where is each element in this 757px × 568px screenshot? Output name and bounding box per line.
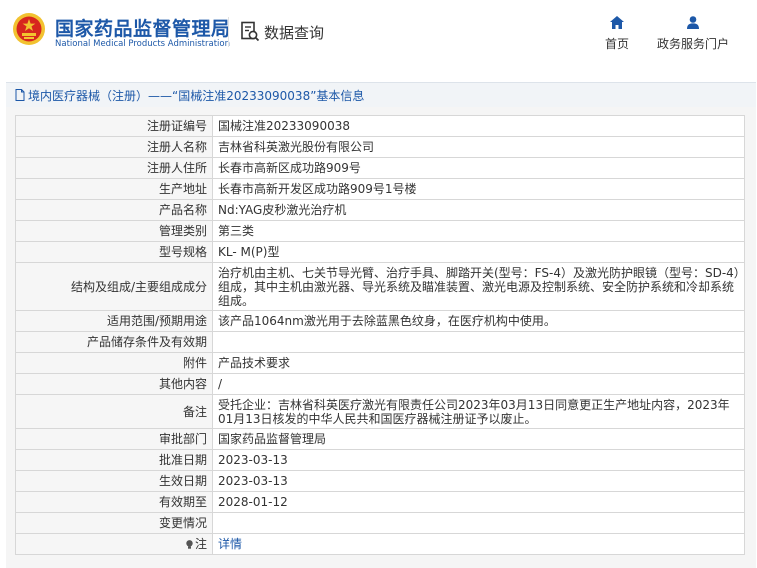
field-label: 批准日期 [15,449,213,471]
field-value [212,331,745,353]
field-label: 适用范围/预期用途 [15,310,213,332]
table-row: 注册人住所 长春市高新区成功路909号 [15,157,745,179]
table-row: 生效日期 2023-03-13 [15,470,745,492]
field-label: 管理类别 [15,220,213,242]
field-value: 第三类 [212,220,745,242]
field-label: 结构及组成/主要组成成分 [15,262,213,311]
table-row: 管理类别 第三类 [15,220,745,242]
table-row: 注册证编号 国械注准20233090038 [15,115,745,137]
table-row: 注册人名称 吉林省科英激光股份有限公司 [15,136,745,158]
site-header: 国家药品监督管理局 National Medical Products Admi… [0,0,757,71]
field-label: 其他内容 [15,373,213,395]
field-label: 产品储存条件及有效期 [15,331,213,353]
field-value: 2023-03-13 [212,449,745,471]
data-query-icon [241,21,260,42]
field-value: 产品技术要求 [212,352,745,374]
user-icon [687,16,699,29]
national-emblem-icon[interactable] [12,12,46,46]
table-row: 适用范围/预期用途 该产品1064nm激光用于去除蓝黑色纹身，在医疗机构中使用。 [15,310,745,332]
table-row: 附件 产品技术要求 [15,352,745,374]
breadcrumb-text: 境内医疗器械（注册）——“国械注准20233090038”基本信息 [28,88,365,103]
field-label: 注册人住所 [15,157,213,179]
field-label: 附件 [15,352,213,374]
note-label-text: 注 [194,537,207,551]
field-value: 吉林省科英激光股份有限公司 [212,136,745,158]
header-divider [228,17,229,47]
document-icon [15,89,25,101]
field-value [212,512,745,534]
registration-info-table: 注册证编号 国械注准20233090038 注册人名称 吉林省科英激光股份有限公… [15,115,745,555]
table-row: 结构及组成/主要组成成分 治疗机由主机、七关节导光臂、治疗手具、脚踏开关(型号：… [15,262,745,311]
field-value: KL- M(P)型 [212,241,745,263]
field-value: 国械注准20233090038 [212,115,745,137]
table-row: 生产地址 长春市高新开发区成功路909号1号楼 [15,178,745,200]
lightbulb-icon [186,540,193,549]
field-value: Nd:YAG皮秒激光治疗机 [212,199,745,221]
field-value: 治疗机由主机、七关节导光臂、治疗手具、脚踏开关(型号：FS-4）及激光防护眼镜（… [212,262,745,311]
field-label: 备注 [15,394,213,429]
field-value: 受托企业：吉林省科英医疗激光有限责任公司2023年03月13日同意更正生产地址内… [212,394,745,429]
data-query-title[interactable]: 数据查询 [240,21,324,43]
home-icon [610,16,624,29]
table-row: 产品名称 Nd:YAG皮秒激光治疗机 [15,199,745,221]
field-value: 长春市高新开发区成功路909号1号楼 [212,178,745,200]
table-row: 产品储存条件及有效期 [15,331,745,353]
breadcrumb: 境内医疗器械（注册）——“国械注准20233090038”基本信息 [6,82,756,108]
nav-gov-services-label: 政务服务门户 [656,37,729,51]
table-row: 其他内容 / [15,373,745,395]
table-row: 注 详情 [15,533,745,555]
field-label: 生产地址 [15,178,213,200]
data-query-label: 数据查询 [264,23,325,42]
detail-panel: 注册证编号 国械注准20233090038 注册人名称 吉林省科英激光股份有限公… [6,107,756,568]
field-label: 注册人名称 [15,136,213,158]
field-value: 长春市高新区成功路909号 [212,157,745,179]
field-label: 审批部门 [15,428,213,450]
table-row: 审批部门 国家药品监督管理局 [15,428,745,450]
table-row: 变更情况 [15,512,745,534]
field-label: 型号规格 [15,241,213,263]
field-label: 有效期至 [15,491,213,513]
field-label: 生效日期 [15,470,213,492]
table-row: 有效期至 2028-01-12 [15,491,745,513]
nav-home-label: 首页 [604,37,629,51]
field-value: 国家药品监督管理局 [212,428,745,450]
agency-name-cn[interactable]: 国家药品监督管理局 [55,14,231,41]
agency-name-en[interactable]: National Medical Products Administration [55,39,230,49]
table-row: 型号规格 KL- M(P)型 [15,241,745,263]
table-row: 批准日期 2023-03-13 [15,449,745,471]
note-value: 详情 [212,533,745,555]
field-label: 产品名称 [15,199,213,221]
details-link[interactable]: 详情 [218,537,242,551]
nav-home[interactable]: 首页 [601,16,633,52]
field-value: / [212,373,745,395]
nav-gov-services[interactable]: 政务服务门户 [654,16,732,52]
note-label: 注 [15,533,213,555]
table-row: 备注 受托企业：吉林省科英医疗激光有限责任公司2023年03月13日同意更正生产… [15,394,745,429]
field-value: 该产品1064nm激光用于去除蓝黑色纹身，在医疗机构中使用。 [212,310,745,332]
field-label: 注册证编号 [15,115,213,137]
field-value: 2028-01-12 [212,491,745,513]
field-label: 变更情况 [15,512,213,534]
field-value: 2023-03-13 [212,470,745,492]
